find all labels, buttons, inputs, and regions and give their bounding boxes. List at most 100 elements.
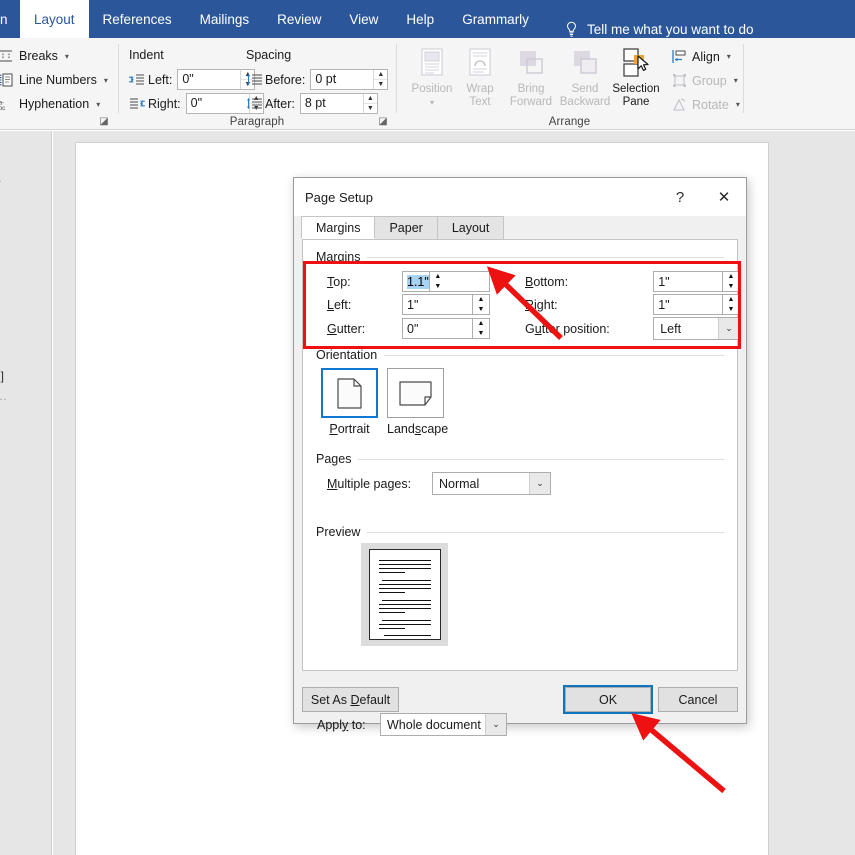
- stepper-up-icon[interactable]: ▲: [473, 319, 489, 329]
- stepper-down-icon[interactable]: ▼: [430, 282, 446, 292]
- spacing-after-field[interactable]: After: 8 pt ▲ ▼: [246, 93, 378, 114]
- close-button[interactable]: ✕: [702, 178, 746, 216]
- ribbon-tab-grammarly[interactable]: Grammarly: [448, 0, 543, 38]
- apply-to-dropdown[interactable]: Whole document ⌄: [380, 713, 507, 736]
- ribbon-group-page-setup: Breaks ▾ Line Numbers ▾ a- bc Hyphenatio…: [0, 38, 118, 130]
- spacing-after-stepper[interactable]: ▲ ▼: [362, 94, 377, 113]
- margin-right-stepper[interactable]: ▲ ▼: [722, 295, 739, 314]
- help-button[interactable]: ?: [658, 178, 702, 216]
- align-icon: [672, 50, 686, 63]
- ribbon-tab-label: Grammarly: [462, 11, 529, 27]
- indent-left-icon: [129, 74, 144, 84]
- margin-gutter-stepper[interactable]: ▲ ▼: [472, 319, 489, 338]
- spacing-after-spinbox[interactable]: 8 pt ▲ ▼: [299, 93, 378, 114]
- orientation-portrait[interactable]: Portrait: [321, 368, 378, 436]
- breaks-icon: [0, 50, 12, 62]
- dialog-title-bar[interactable]: Page Setup ? ✕: [294, 178, 746, 216]
- margin-bottom-spinbox[interactable]: 1" ▲ ▼: [653, 271, 740, 292]
- stepper-up-icon[interactable]: ▲: [430, 272, 446, 282]
- question-mark-icon: ?: [675, 188, 685, 206]
- indent-left-field[interactable]: Left: 0" ▲ ▼: [129, 69, 256, 90]
- ribbon-tab-references[interactable]: References: [89, 0, 186, 38]
- lightbulb-icon: [566, 21, 576, 37]
- margin-top-stepper[interactable]: ▲ ▼: [428, 272, 446, 292]
- bring-forward-label: Bring Forward: [509, 83, 553, 108]
- multiple-pages-dropdown[interactable]: Normal ⌄: [432, 472, 551, 495]
- stepper-up-icon[interactable]: ▲: [363, 94, 377, 104]
- hyphenation-button[interactable]: a- bc Hyphenation ▾: [0, 96, 100, 112]
- chevron-down-icon: ▾: [103, 75, 108, 85]
- margin-top-row: TTop:op: 1.1" ▲▼: [327, 271, 527, 292]
- indent-right-field[interactable]: Right: 0" ▲ ▼: [129, 93, 264, 114]
- paragraph-dialog-launcher[interactable]: ◪: [377, 116, 389, 128]
- nav-text-fragment: .: [0, 171, 1, 185]
- ribbon-group-arrange: Position ▾ Wrap Text Bring Forward Send …: [397, 38, 742, 130]
- margin-top-spinbox[interactable]: 1.1" ▲ ▼: [402, 271, 490, 292]
- chevron-down-icon[interactable]: ⌄: [485, 714, 506, 735]
- indent-left-spinbox[interactable]: 0" ▲ ▼: [177, 69, 256, 90]
- page-setup-dialog-launcher[interactable]: ◪: [98, 116, 110, 128]
- tab-label: Margins: [316, 221, 361, 235]
- indent-right-label: Right:: [148, 96, 181, 111]
- rotate-button[interactable]: Rotate ▾: [672, 97, 740, 112]
- tell-me-search[interactable]: Tell me what you want to do: [565, 21, 754, 38]
- selection-pane-button[interactable]: Selection Pane: [605, 43, 667, 109]
- pages-section-label: Pages: [316, 452, 724, 466]
- selection-pane-label: Selection Pane: [612, 83, 660, 108]
- line-numbers-button[interactable]: Line Numbers ▾: [0, 72, 108, 88]
- margin-left-stepper[interactable]: ▲ ▼: [472, 295, 489, 314]
- portrait-thumb[interactable]: [321, 368, 378, 418]
- group-button[interactable]: Group ▾: [672, 73, 738, 88]
- align-button[interactable]: Align ▾: [672, 49, 731, 64]
- navigation-pane[interactable]: . d] …: [0, 131, 52, 855]
- ribbon-tab-review[interactable]: Review: [263, 0, 335, 38]
- ribbon-tab-partial[interactable]: n: [0, 0, 20, 38]
- set-as-default-button[interactable]: Set As Default: [302, 687, 399, 712]
- stepper-up-icon[interactable]: ▲: [723, 272, 739, 282]
- bring-forward-icon: [500, 43, 562, 83]
- stepper-up-icon[interactable]: ▲: [374, 70, 388, 80]
- margin-right-row: Right: 1" ▲ ▼: [525, 294, 740, 315]
- ok-button[interactable]: OK: [563, 685, 653, 714]
- ribbon-tab-label: View: [349, 11, 379, 27]
- stepper-up-icon[interactable]: ▲: [473, 295, 489, 305]
- ribbon-tab-view[interactable]: View: [335, 0, 392, 38]
- stepper-down-icon[interactable]: ▼: [473, 329, 489, 339]
- breaks-button[interactable]: Breaks ▾: [0, 48, 69, 64]
- stepper-down-icon[interactable]: ▼: [363, 104, 377, 113]
- stepper-down-icon[interactable]: ▼: [374, 80, 388, 89]
- spacing-before-stepper[interactable]: ▲ ▼: [373, 70, 388, 89]
- gutter-position-row: Gutter position: Left ⌄: [525, 317, 740, 340]
- preview-section-text: Preview: [316, 525, 361, 539]
- stepper-down-icon[interactable]: ▼: [473, 305, 489, 315]
- line-numbers-icon: [0, 73, 13, 87]
- margin-bottom-stepper[interactable]: ▲ ▼: [722, 272, 739, 291]
- ribbon-tab-label: Review: [277, 11, 322, 27]
- landscape-thumb[interactable]: [387, 368, 444, 418]
- stepper-down-icon[interactable]: ▼: [723, 305, 739, 315]
- spacing-after-icon: [246, 97, 262, 109]
- chevron-down-icon[interactable]: ⌄: [529, 473, 550, 494]
- margin-right-spinbox[interactable]: 1" ▲ ▼: [653, 294, 740, 315]
- tab-margins[interactable]: Margins: [301, 216, 376, 239]
- cancel-button[interactable]: Cancel: [658, 687, 738, 712]
- margin-left-label: Left:: [327, 297, 352, 312]
- spacing-before-field[interactable]: Before: 0 pt ▲ ▼: [246, 69, 389, 90]
- paragraph-group-label: Paragraph: [229, 116, 285, 128]
- ribbon-tab-layout[interactable]: Layout: [20, 0, 89, 38]
- stepper-down-icon[interactable]: ▼: [723, 282, 739, 292]
- margin-gutter-spinbox[interactable]: 0" ▲ ▼: [402, 318, 490, 339]
- multiple-pages-row: Multiple pages: Normal ⌄: [327, 472, 577, 495]
- stepper-up-icon[interactable]: ▲: [723, 295, 739, 305]
- tab-layout[interactable]: Layout: [436, 216, 505, 239]
- ribbon-tab-mailings[interactable]: Mailings: [186, 0, 264, 38]
- orientation-landscape[interactable]: Landscape: [387, 368, 448, 436]
- tab-paper[interactable]: Paper: [374, 216, 438, 239]
- ribbon-tab-help[interactable]: Help: [392, 0, 448, 38]
- chevron-down-icon[interactable]: ⌄: [718, 318, 739, 339]
- gutter-position-dropdown[interactable]: Left ⌄: [653, 317, 740, 340]
- margin-left-spinbox[interactable]: 1" ▲ ▼: [402, 294, 490, 315]
- apply-to-label: Apply to:: [317, 717, 366, 732]
- bring-forward-button[interactable]: Bring Forward: [500, 43, 562, 109]
- spacing-before-spinbox[interactable]: 0 pt ▲ ▼: [310, 69, 389, 90]
